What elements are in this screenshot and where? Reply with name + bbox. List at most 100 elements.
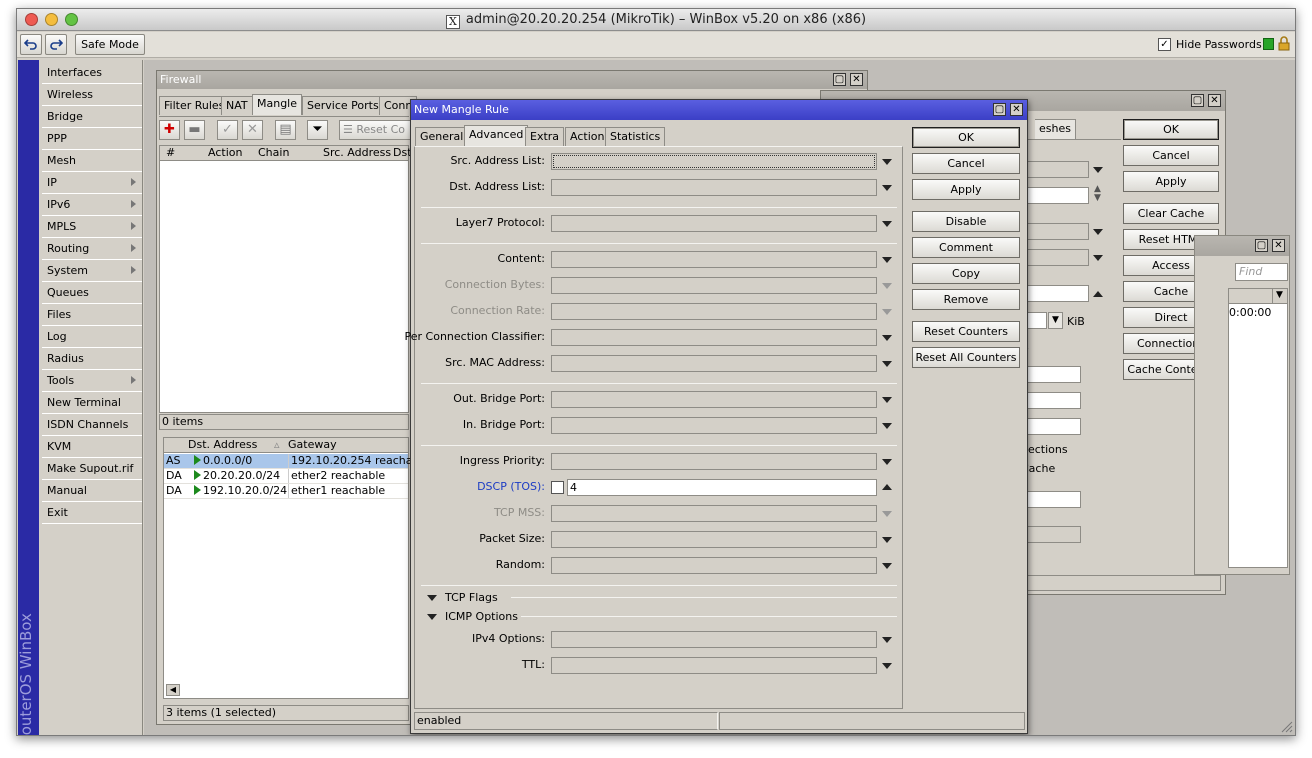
dropdown-icon[interactable] (882, 283, 892, 289)
section-tcp-flags[interactable]: TCP Flags (445, 591, 501, 604)
per-connection-classifier-input[interactable] (551, 329, 877, 346)
dropdown-icon[interactable] (882, 563, 892, 569)
ttl-input[interactable] (551, 657, 877, 674)
proxy-ok-button[interactable]: OK (1123, 119, 1219, 140)
dropdown-icon[interactable] (882, 459, 892, 465)
disable-button[interactable]: ✕ (242, 120, 263, 140)
remove-button[interactable]: Remove (912, 289, 1020, 310)
column-src-address[interactable]: Src. Address (323, 146, 391, 160)
spinner-icon[interactable]: ▲ ▼ (1094, 185, 1101, 203)
random-input[interactable] (551, 557, 877, 574)
comment-button[interactable]: ▤ (275, 120, 296, 140)
column-menu-icon[interactable]: ▼ (1272, 289, 1286, 303)
sidebar-item-manual[interactable]: Manual (42, 481, 142, 502)
ipv4-options-input[interactable] (551, 631, 877, 648)
proxy-tab[interactable]: eshes (1035, 119, 1076, 140)
dropdown-icon[interactable] (882, 397, 892, 403)
dscp-tos-input[interactable]: 4 (567, 479, 877, 496)
column-number[interactable]: # (166, 146, 175, 160)
dropdown-icon[interactable] (882, 159, 892, 165)
sidebar-item-isdn-channels[interactable]: ISDN Channels (42, 415, 142, 436)
in-bridge-port-input[interactable] (551, 417, 877, 434)
dropdown-icon[interactable] (882, 663, 892, 669)
dropdown-icon[interactable] (1093, 167, 1103, 173)
sidebar-item-exit[interactable]: Exit (42, 503, 142, 524)
tab-extra[interactable]: Extra (525, 127, 565, 146)
dropdown-icon[interactable] (1093, 229, 1103, 235)
sidebar-item-log[interactable]: Log (42, 327, 142, 348)
maximize-icon[interactable]: ▢ (1191, 94, 1204, 107)
proxy-field-5[interactable] (1021, 285, 1089, 302)
small-list[interactable]: ▼ 0:00:00 (1228, 288, 1288, 568)
sidebar-item-ip[interactable]: IP (42, 173, 142, 194)
proxy-field-8[interactable] (1021, 418, 1081, 435)
tcp-mss-input[interactable] (551, 505, 877, 522)
hide-passwords-checkbox[interactable]: ✓ (1158, 38, 1171, 51)
collapse-icon[interactable] (1093, 291, 1103, 297)
tab-service-ports[interactable]: Service Ports (302, 96, 384, 115)
add-button[interactable]: ✚ (159, 120, 180, 140)
proxy-field-2[interactable] (1021, 187, 1089, 204)
proxy-clear-cache-button[interactable]: Clear Cache (1123, 203, 1219, 224)
sidebar-item-wireless[interactable]: Wireless (42, 85, 142, 106)
proxy-cancel-button[interactable]: Cancel (1123, 145, 1219, 166)
column-dst-address[interactable]: Dst. Address (188, 438, 257, 452)
tab-filter-rules[interactable]: Filter Rules (159, 96, 230, 115)
sidebar-item-ipv6[interactable]: IPv6 (42, 195, 142, 216)
dst-address-list-input[interactable] (551, 179, 877, 196)
maximize-icon[interactable]: ▢ (993, 103, 1006, 116)
sidebar-item-system[interactable]: System (42, 261, 142, 282)
proxy-field-4[interactable] (1021, 249, 1089, 266)
sidebar-item-mesh[interactable]: Mesh (42, 151, 142, 172)
reset-counters-button[interactable]: ☰ Reset Co (339, 120, 414, 140)
dropdown-icon[interactable] (882, 185, 892, 191)
tab-nat[interactable]: NAT (221, 96, 253, 115)
layer7-protocol-input[interactable] (551, 215, 877, 232)
sidebar-item-make-supout-rif[interactable]: Make Supout.rif (42, 459, 142, 480)
table-row[interactable]: DA 20.20.20.0/24 ether2 reachable (164, 469, 408, 484)
proxy-field-7[interactable] (1021, 392, 1081, 409)
sidebar-item-bridge[interactable]: Bridge (42, 107, 142, 128)
dropdown-icon[interactable] (882, 637, 892, 643)
tab-mangle[interactable]: Mangle (252, 94, 303, 115)
ok-button[interactable]: OK (912, 127, 1020, 148)
dropdown-icon[interactable] (882, 537, 892, 543)
content-input[interactable] (551, 251, 877, 268)
collapse-arrow-icon[interactable] (427, 614, 437, 620)
close-icon[interactable]: ✕ (1272, 239, 1285, 252)
column-dst[interactable]: Dst (393, 146, 412, 160)
column-action[interactable]: Action (208, 146, 242, 160)
close-icon[interactable]: ✕ (1010, 103, 1023, 116)
collapse-icon[interactable] (882, 484, 892, 490)
proxy-field-9[interactable] (1021, 491, 1081, 508)
mangle-rules-list[interactable]: # Action Chain Src. Address Dst (159, 145, 412, 413)
unit-dropdown-icon[interactable]: ▼ (1048, 312, 1063, 329)
tab-advanced[interactable]: Advanced (464, 125, 529, 146)
table-row[interactable]: DA 192.10.20.0/24 ether1 reachable (164, 484, 408, 499)
copy-button[interactable]: Copy (912, 263, 1020, 284)
table-row[interactable]: AS 0.0.0.0/0 192.10.20.254 reachable (164, 454, 429, 469)
proxy-field-10[interactable] (1021, 526, 1081, 543)
sidebar-item-queues[interactable]: Queues (42, 283, 142, 304)
resize-grip-icon[interactable] (1279, 719, 1293, 733)
ingress-priority-input[interactable] (551, 453, 877, 470)
remove-button[interactable]: ▬ (184, 120, 205, 140)
column-gateway[interactable]: Gateway (288, 438, 337, 452)
out-bridge-port-input[interactable] (551, 391, 877, 408)
sidebar-item-radius[interactable]: Radius (42, 349, 142, 370)
maximize-icon[interactable]: ▢ (833, 73, 846, 86)
src-mac-address-input[interactable] (551, 355, 877, 372)
dropdown-icon[interactable] (882, 361, 892, 367)
connection-rate-input[interactable] (551, 303, 877, 320)
reset-all-counters-button[interactable]: Reset All Counters (912, 347, 1020, 368)
redo-button[interactable] (45, 34, 67, 55)
sidebar-item-ppp[interactable]: PPP (42, 129, 142, 150)
proxy-field-6[interactable] (1021, 366, 1081, 383)
sidebar-item-interfaces[interactable]: Interfaces (42, 63, 142, 84)
collapse-arrow-icon[interactable] (427, 595, 437, 601)
dropdown-icon[interactable] (882, 511, 892, 517)
apply-button[interactable]: Apply (912, 179, 1020, 200)
dropdown-icon[interactable] (1093, 255, 1103, 261)
disable-button[interactable]: Disable (912, 211, 1020, 232)
proxy-field-3[interactable] (1021, 223, 1089, 240)
